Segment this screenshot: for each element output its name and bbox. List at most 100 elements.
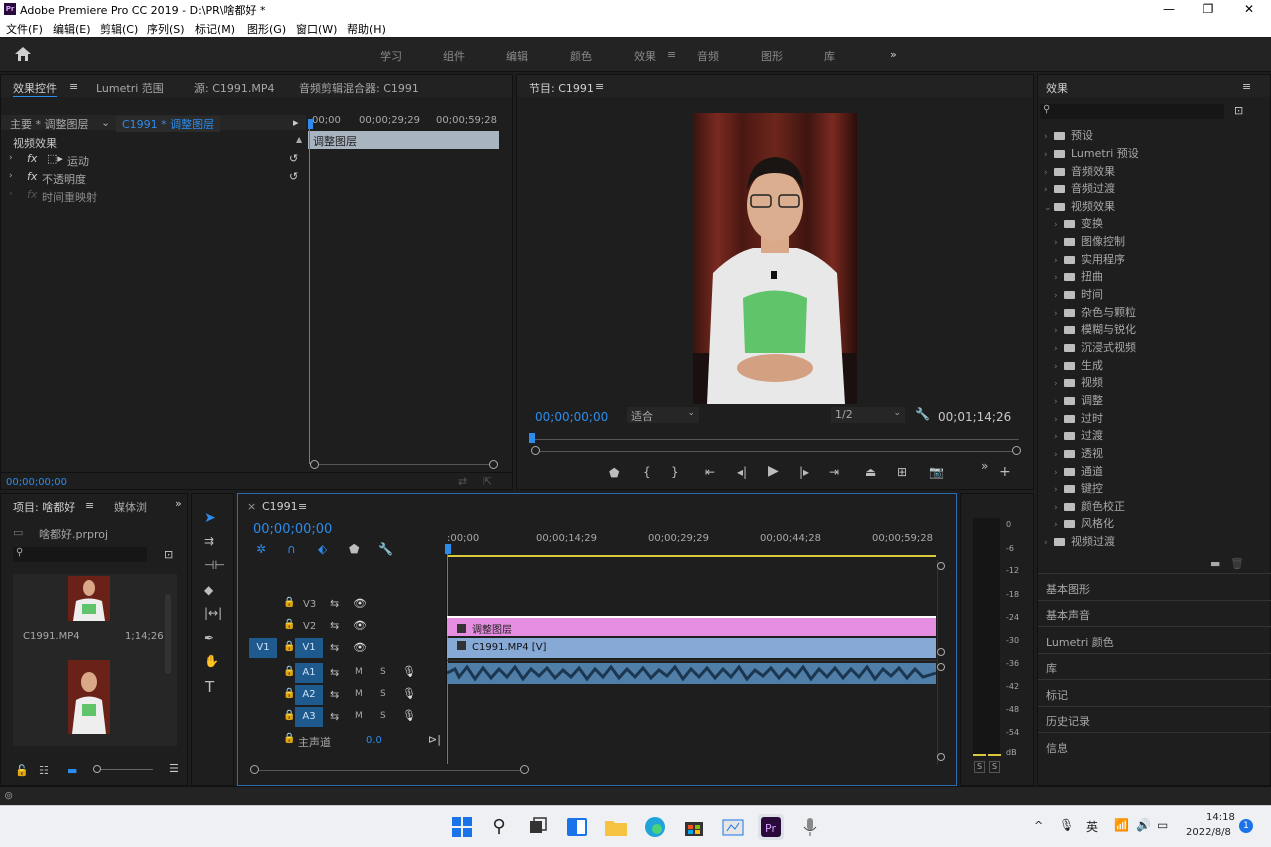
workspace-tab-assembly[interactable]: 组件 — [443, 48, 465, 64]
add-marker-icon[interactable]: ⬟ — [609, 466, 619, 480]
mark-in-icon[interactable]: { — [643, 465, 651, 479]
track-target-a3[interactable]: A3 — [295, 707, 323, 727]
play-icon[interactable]: ▶ — [768, 463, 779, 479]
snap-icon[interactable]: ∩ — [287, 542, 296, 556]
video-clip-v1[interactable]: C1991.MP4 [V] — [447, 638, 936, 658]
mute-button[interactable]: M — [355, 667, 363, 677]
lock-icon[interactable]: 🔓 — [15, 764, 29, 777]
adjustment-layer-clip[interactable]: 调整图层 — [447, 616, 936, 636]
effects-item-color-correction[interactable]: › 颜色校正 — [1054, 498, 1125, 514]
menu-graphics[interactable]: 图形(G) — [247, 21, 286, 37]
effects-item-obsolete[interactable]: › 过时 — [1054, 410, 1103, 426]
effects-item-audio-effects[interactable]: › 音频效果 — [1044, 163, 1115, 179]
vertical-zoom-mid[interactable] — [937, 648, 945, 656]
effects-item-video[interactable]: › 视频 — [1054, 374, 1103, 390]
menu-marker[interactable]: 标记(M) — [195, 21, 235, 37]
microphone-tray-icon[interactable]: 🎙 — [1059, 818, 1074, 832]
master-volume-value[interactable]: 0.0 — [366, 735, 382, 746]
export-icon[interactable]: ⇱ — [483, 475, 492, 488]
effects-menu-icon[interactable]: ≡ — [1242, 80, 1251, 93]
lock-icon[interactable]: 🔒 — [283, 710, 295, 721]
go-to-end-icon[interactable]: ⊳| — [428, 733, 441, 746]
button-editor-icon[interactable]: + — [999, 464, 1011, 480]
sync-lock-icon[interactable]: ⇆ — [330, 641, 339, 654]
menu-help[interactable]: 帮助(H) — [347, 21, 386, 37]
audio-clip-a1[interactable] — [447, 663, 936, 684]
vertical-zoom-top[interactable] — [937, 562, 945, 570]
panel-lumetri-color[interactable]: Lumetri 颜色 — [1046, 634, 1114, 650]
project-tab[interactable]: 项目: 啥都好 — [13, 499, 75, 515]
panel-essential-sound[interactable]: 基本声音 — [1046, 607, 1090, 623]
solo-left-button[interactable]: S — [974, 761, 985, 773]
effects-item-blur-sharpen[interactable]: › 模糊与锐化 — [1054, 321, 1136, 337]
delete-icon[interactable]: 🗑 — [1230, 557, 1244, 570]
go-to-in-icon[interactable]: ⇤ — [705, 465, 715, 479]
menu-clip[interactable]: 剪辑(C) — [100, 21, 138, 37]
play-triangle-icon[interactable]: ▸ — [293, 116, 299, 129]
effects-item-channel[interactable]: › 通道 — [1054, 463, 1103, 479]
tab-effect-controls[interactable]: 效果控件 — [13, 80, 57, 97]
resolution-dropdown[interactable]: 1/2 ⌄ — [831, 407, 905, 423]
windows-start-icon[interactable] — [449, 814, 475, 840]
effects-item-noise-grain[interactable]: › 杂色与颗粒 — [1054, 304, 1136, 320]
sync-lock-icon[interactable]: ⇆ — [330, 666, 339, 679]
microphone-icon[interactable]: 🎙 — [402, 687, 416, 700]
program-zoom-start[interactable] — [531, 446, 540, 455]
razor-tool-icon[interactable]: ◆ — [204, 583, 213, 597]
microphone-icon[interactable]: 🎙 — [402, 665, 416, 678]
edge-icon[interactable] — [642, 814, 668, 840]
mute-button[interactable]: M — [355, 689, 363, 699]
effects-item-distort[interactable]: › 扭曲 — [1054, 268, 1103, 284]
ec-timecode[interactable]: 00;00;00;00 — [6, 477, 67, 488]
source-patch-v1[interactable]: V1 — [249, 638, 277, 658]
track-target-a2[interactable]: A2 — [295, 685, 323, 705]
panel-history[interactable]: 历史记录 — [1046, 713, 1090, 729]
tab-lumetri-scopes[interactable]: Lumetri 范围 — [96, 80, 164, 96]
battery-icon[interactable]: ▭ — [1157, 818, 1168, 832]
volume-icon[interactable]: 🔊 — [1136, 818, 1151, 832]
clock-time[interactable]: 14:18 — [1206, 812, 1235, 823]
effects-item-video-effects[interactable]: ⌄ 视频效果 — [1044, 198, 1115, 214]
zoom-slider[interactable] — [93, 769, 153, 770]
new-folder-icon[interactable]: ▬ — [1210, 557, 1220, 570]
solo-button[interactable]: S — [380, 689, 386, 699]
pen-tool-icon[interactable]: ✒ — [204, 631, 214, 645]
project-scrollbar[interactable] — [165, 594, 171, 674]
effect-row-motion[interactable]: › fx ⬚▸ 运动 ↺ — [9, 152, 307, 170]
effects-item-audio-transitions[interactable]: › 音频过渡 — [1044, 180, 1115, 196]
master-clip-label[interactable]: 主要 * 调整图层 — [10, 116, 89, 132]
workspace-tab-libraries[interactable]: 库 — [824, 48, 835, 64]
lock-icon[interactable]: 🔒 — [283, 597, 295, 608]
close-icon[interactable]: ✕ — [1238, 1, 1260, 17]
ec-playhead-handle[interactable] — [308, 119, 313, 129]
timeline-zoom-end[interactable] — [520, 765, 529, 774]
program-playhead-timecode[interactable]: 00;00;00;00 — [535, 410, 608, 424]
ec-zoom-end-handle[interactable] — [489, 460, 498, 469]
premiere-taskbar-icon[interactable]: Pr — [758, 814, 784, 840]
add-marker-icon[interactable]: ⬟ — [349, 542, 359, 556]
effect-row-time-remap[interactable]: › fx 时间重映射 — [9, 188, 307, 206]
step-back-icon[interactable]: ◂| — [737, 465, 747, 479]
project-menu-icon[interactable]: ≡ — [85, 499, 94, 512]
solo-right-button[interactable]: S — [989, 761, 1000, 773]
icon-view-icon[interactable]: ▬ — [67, 764, 77, 777]
maximize-icon[interactable]: ❐ — [1197, 1, 1219, 17]
panel-markers[interactable]: 标记 — [1046, 687, 1068, 703]
search-icon[interactable]: ⚲ — [486, 814, 512, 840]
lift-icon[interactable]: ⏏ — [865, 465, 876, 479]
lock-icon[interactable]: 🔒 — [283, 619, 295, 630]
task-view-icon[interactable] — [525, 814, 551, 840]
timeline-playhead-handle[interactable] — [445, 544, 451, 554]
tab-audio-clip-mixer[interactable]: 音频剪辑混合器: C1991 — [299, 80, 419, 96]
reset-icon[interactable]: ↺ — [289, 152, 298, 165]
timeline-timecode[interactable]: 00;00;00;00 — [253, 522, 332, 537]
eye-icon[interactable]: 👁 — [353, 641, 367, 654]
step-forward-icon[interactable]: |▸ — [799, 465, 809, 479]
sort-icon[interactable]: ☰ — [169, 762, 179, 775]
chevron-down-icon[interactable]: ⌄ — [101, 116, 110, 129]
ec-clip-bar[interactable]: 调整图层 — [308, 131, 499, 149]
effects-item-video-transitions[interactable]: › 视频过渡 — [1044, 533, 1115, 549]
lock-icon[interactable]: 🔒 — [283, 733, 295, 744]
workspace-tab-editing[interactable]: 编辑 — [506, 48, 528, 64]
microphone-icon[interactable]: 🎙 — [402, 709, 416, 722]
